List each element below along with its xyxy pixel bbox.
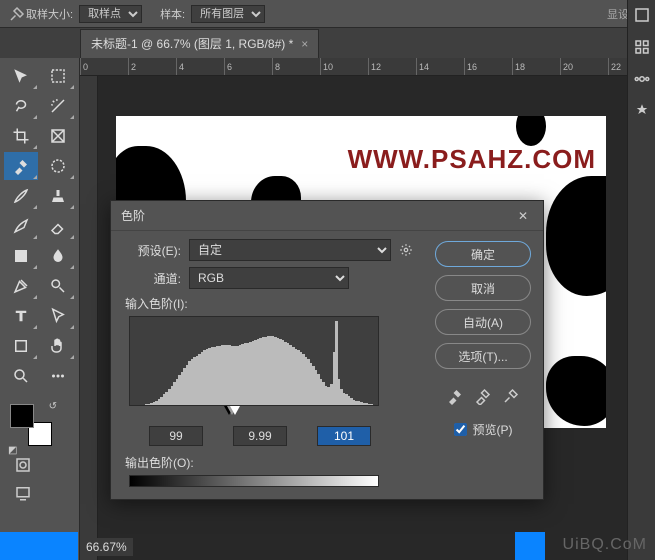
crop-tool[interactable] [4,122,38,150]
options-bar: 取样大小: 取样点 样本: 所有图层 显设 [0,0,655,28]
pen-tool[interactable] [4,272,38,300]
options-button[interactable]: 选项(T)... [435,343,531,369]
type-tool[interactable] [4,302,38,330]
gradient-tool[interactable] [4,242,38,270]
close-icon[interactable]: × [301,37,308,51]
tools-panel: ↺ ◩ [0,58,80,560]
dialog-title: 色阶 [121,207,145,224]
quickmask-icon[interactable] [14,456,32,474]
taskbar-fragment [515,532,545,560]
lasso-tool[interactable] [4,92,38,120]
panel-icon[interactable] [633,38,651,56]
ruler-mark: 8 [272,58,320,75]
histogram [129,316,379,406]
eyedropper-tool[interactable] [4,152,38,180]
preset-label: 预设(E): [121,242,181,259]
white-eyedropper-icon[interactable] [502,387,520,405]
auto-button[interactable]: 自动(A) [435,309,531,335]
levels-dialog: 色阶 ✕ 预设(E): 自定 通道: RGB 输入色阶(I): [110,200,544,500]
ok-button[interactable]: 确定 [435,241,531,267]
preview-checkbox-row[interactable]: 预览(P) [454,421,513,438]
canvas-watermark: WWW.PSAHZ.COM [348,144,596,175]
sample-select[interactable]: 所有图层 [191,5,265,23]
marquee-tool[interactable] [41,62,75,90]
eyedropper-preset-icon[interactable] [8,5,26,23]
hand-tool[interactable] [41,332,75,360]
gear-icon[interactable] [399,243,413,257]
ruler-vertical [80,76,98,560]
input-black-field[interactable] [149,426,203,446]
dialog-titlebar[interactable]: 色阶 ✕ [111,201,543,231]
history-brush-tool[interactable] [4,212,38,240]
zoom-status[interactable]: 66.67% [80,538,133,556]
gray-eyedropper-icon[interactable] [474,387,492,405]
footer-watermark: UiBQ.CoM [563,536,647,554]
ruler-mark: 12 [368,58,416,75]
foreground-color-swatch[interactable] [10,404,34,428]
color-swatches[interactable]: ↺ ◩ [10,404,52,446]
panel-icon[interactable] [633,70,651,88]
clone-stamp-tool[interactable] [41,182,75,210]
display-settings-label[interactable]: 显设 [607,6,629,22]
document-tab[interactable]: 未标题-1 @ 66.7% (图层 1, RGB/8#) * × [80,29,319,58]
right-panel-strip [627,0,655,560]
zoom-tool[interactable] [4,362,38,390]
brush-tool[interactable] [4,182,38,210]
preview-label: 预览(P) [473,421,513,438]
taskbar-fragment [0,532,78,560]
document-tab-title: 未标题-1 @ 66.7% (图层 1, RGB/8#) * [91,35,293,52]
path-select-tool[interactable] [41,302,75,330]
default-colors-icon[interactable]: ◩ [8,445,17,456]
cancel-button[interactable]: 取消 [435,275,531,301]
shape-tool[interactable] [4,332,38,360]
preview-checkbox[interactable] [454,423,467,436]
ruler-mark: 22 [608,58,627,75]
output-levels-label: 输出色阶(O): [125,454,413,471]
close-icon[interactable]: ✕ [513,206,533,226]
edit-toolbar-icon[interactable] [41,362,75,390]
ruler-mark: 2 [128,58,176,75]
frame-tool[interactable] [41,122,75,150]
panel-icon[interactable] [633,102,651,120]
black-eyedropper-icon[interactable] [446,387,464,405]
white-point-slider[interactable] [230,406,240,415]
move-tool[interactable] [4,62,38,90]
marquee-ellipse-tool[interactable] [41,152,75,180]
ruler-mark: 6 [224,58,272,75]
output-gradient[interactable] [129,475,379,487]
input-white-field[interactable] [317,426,371,446]
ruler-mark: 10 [320,58,368,75]
ruler-mark: 14 [416,58,464,75]
document-tab-bar: 未标题-1 @ 66.7% (图层 1, RGB/8#) * × [0,28,655,58]
ruler-mark: 0 [80,58,128,75]
ruler-mark: 16 [464,58,512,75]
ruler-mark: 4 [176,58,224,75]
magic-wand-tool[interactable] [41,92,75,120]
screenmode-icon[interactable] [14,484,32,502]
preset-select[interactable]: 自定 [189,239,391,261]
ruler-mark: 18 [512,58,560,75]
eraser-tool[interactable] [41,212,75,240]
sample-label: 样本: [160,6,185,22]
ruler-horizontal: 0 2 4 6 8 10 12 14 16 18 20 22 [80,58,627,76]
panel-icon[interactable] [633,6,651,24]
sample-size-select[interactable]: 取样点 [79,5,142,23]
dodge-tool[interactable] [41,272,75,300]
swap-colors-icon[interactable]: ↺ [49,401,57,412]
ruler-mark: 20 [560,58,608,75]
channel-select[interactable]: RGB [189,267,349,289]
input-levels-label: 输入色阶(I): [125,295,413,312]
sample-size-label: 取样大小: [26,6,73,22]
blur-tool[interactable] [41,242,75,270]
channel-label: 通道: [121,270,181,287]
input-slider-track[interactable] [129,406,379,420]
input-gamma-field[interactable] [233,426,287,446]
